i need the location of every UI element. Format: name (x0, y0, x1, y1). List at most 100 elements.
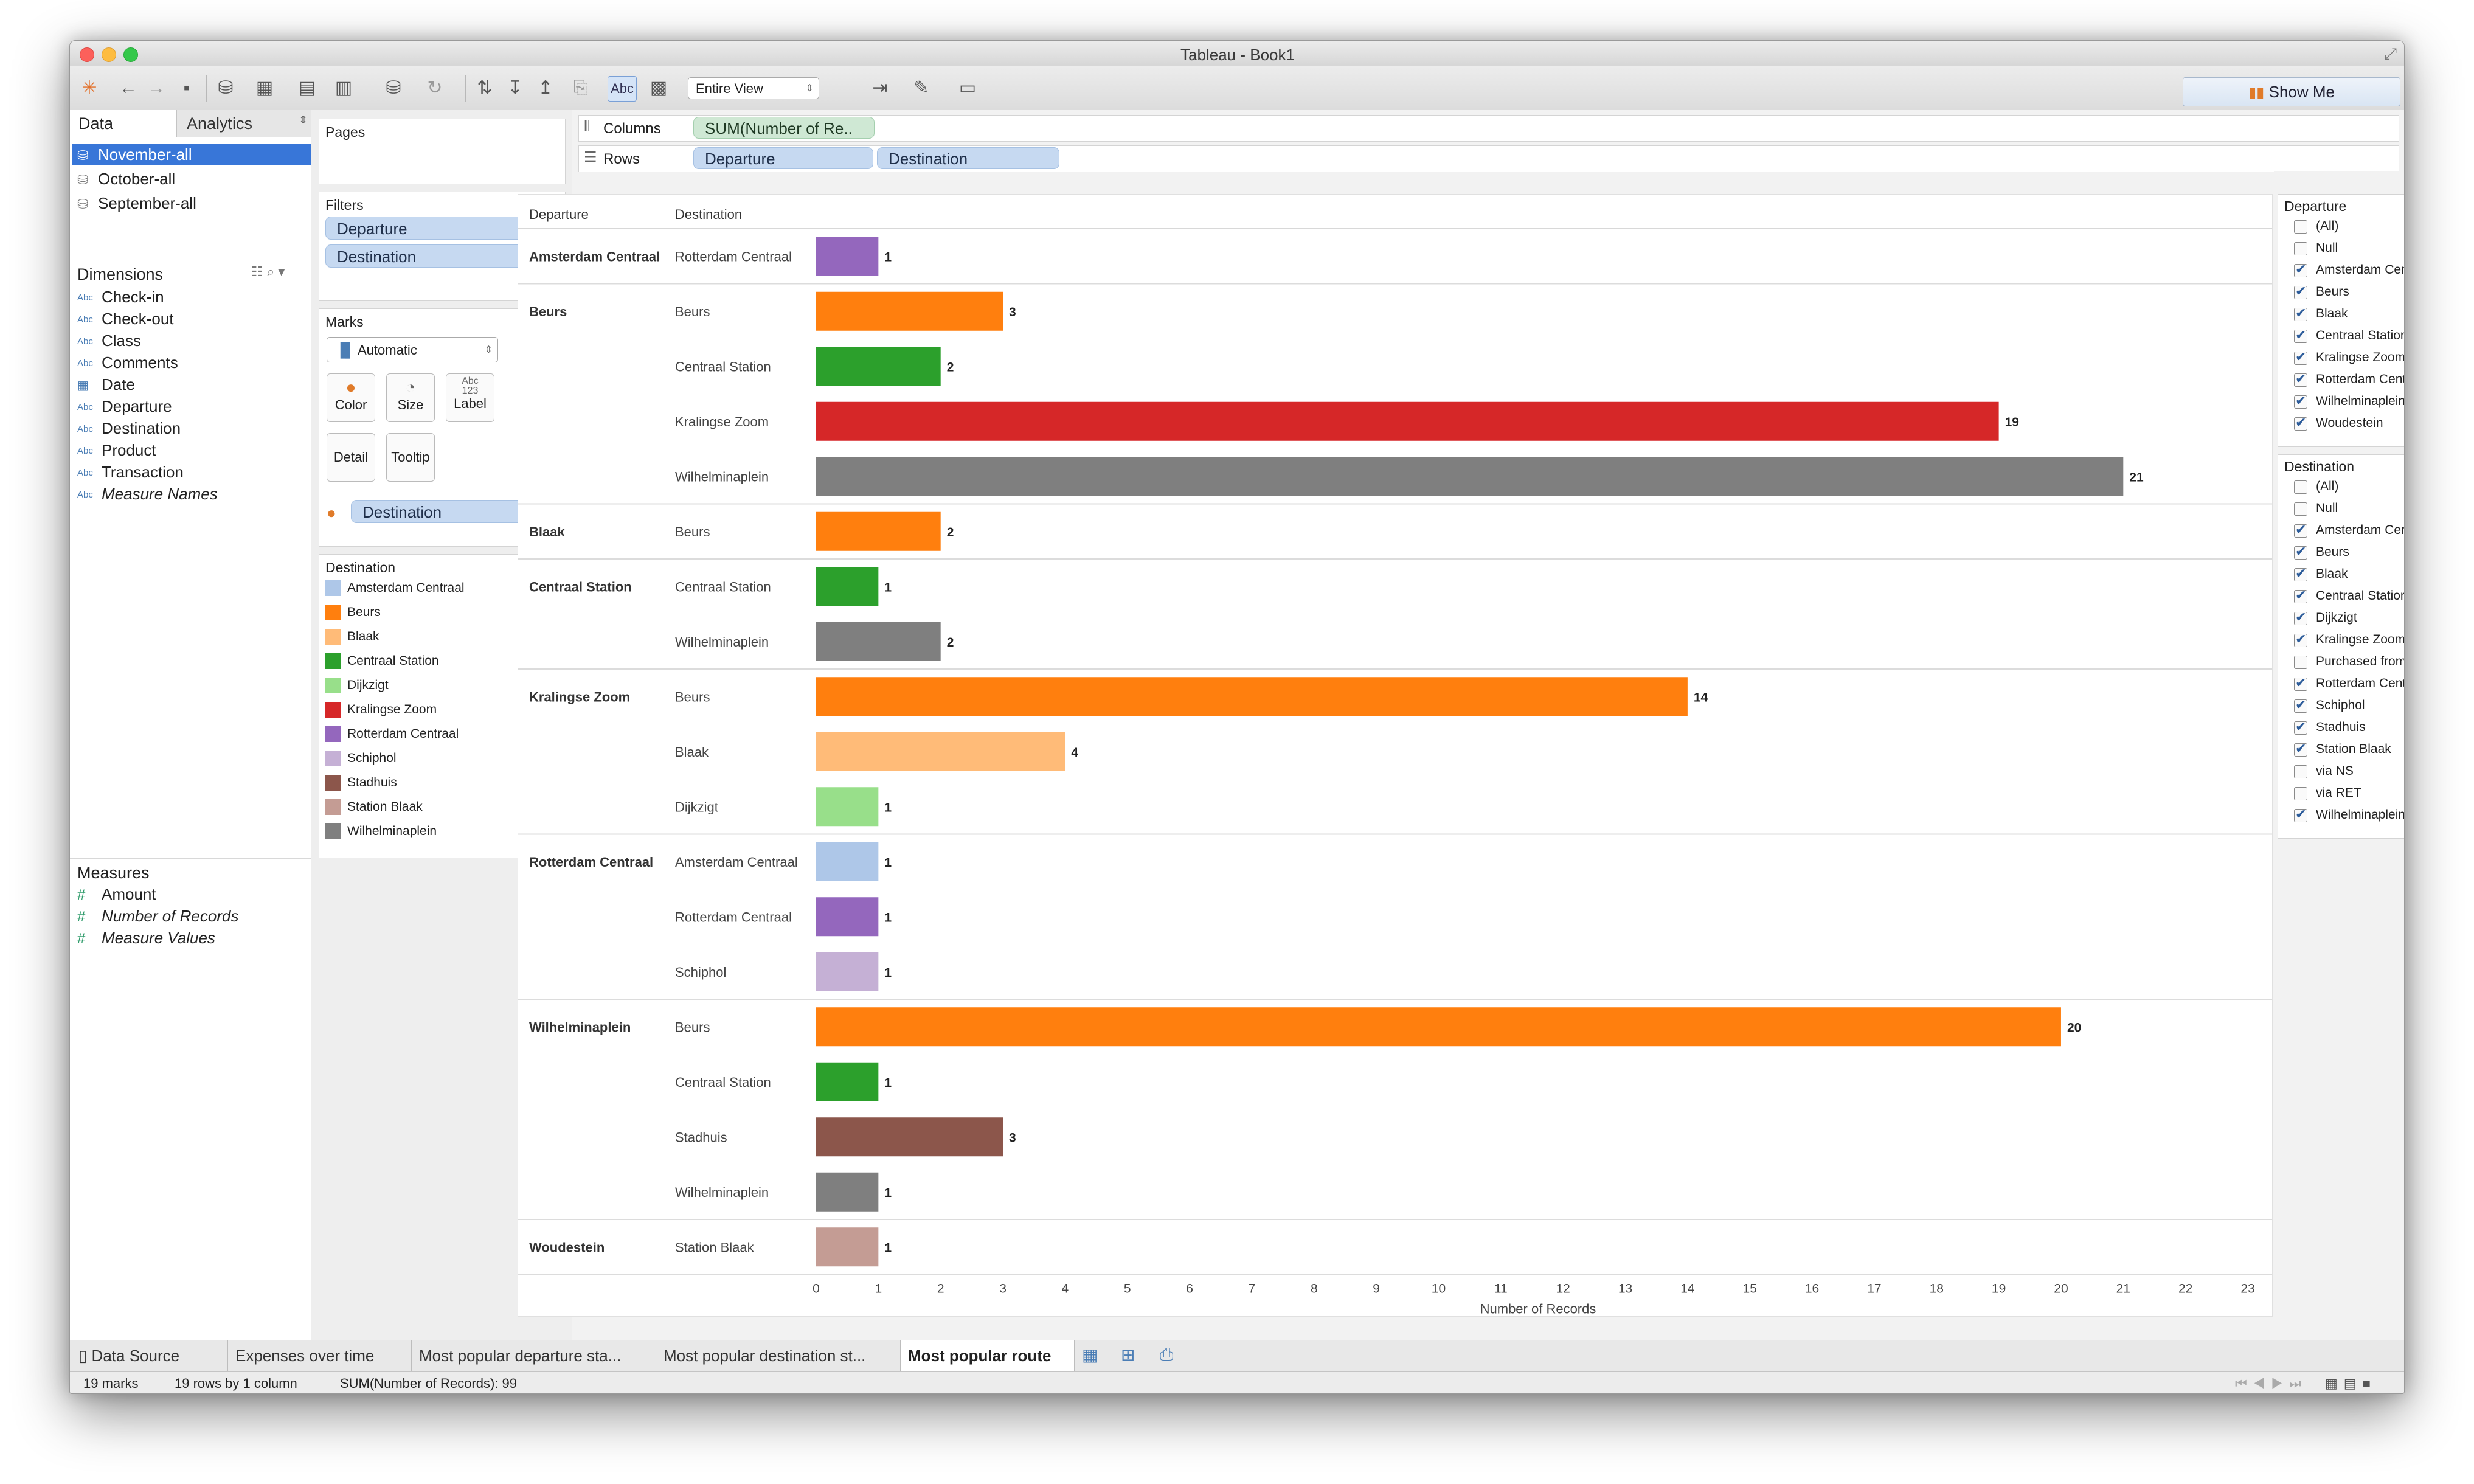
tab-data-source[interactable]: ▯ Data Source (70, 1340, 228, 1371)
legend-label[interactable]: Schiphol (347, 751, 397, 766)
dimension-field[interactable]: Abc Measure Names (77, 484, 218, 504)
tab-popular-destination[interactable]: Most popular destination st... (656, 1340, 901, 1371)
bar[interactable] (816, 291, 1003, 331)
size-button[interactable]: ◔ Size (386, 373, 435, 422)
duplicate-sheet-icon[interactable]: ▤ (295, 76, 319, 100)
bar[interactable] (816, 952, 879, 991)
bar[interactable] (816, 1007, 2061, 1047)
dimension-field[interactable]: Abc Class (77, 330, 141, 351)
legend-label[interactable]: Dijkzigt (347, 678, 389, 693)
datasource-item[interactable]: ⛁ November-all (72, 144, 313, 165)
sheet-view-icon[interactable]: ▦▤■ (2325, 1372, 2377, 1393)
dimension-field[interactable]: Abc Product (77, 440, 156, 460)
legend-label[interactable]: Kralingse Zoom (347, 702, 437, 717)
tab-data[interactable]: Data (70, 110, 177, 137)
label-button[interactable]: Abc 123 Label (446, 373, 494, 422)
presentation-mode-icon[interactable]: ▭ (955, 76, 980, 100)
filter-checkbox[interactable] (2294, 502, 2307, 516)
filter-checkbox[interactable] (2294, 393, 2307, 409)
bar[interactable] (816, 511, 941, 551)
legend-label[interactable]: Wilhelminaplein (347, 824, 437, 839)
pause-updates-icon[interactable]: ⛁ (381, 76, 406, 100)
filter-checkbox[interactable] (2294, 609, 2307, 625)
bar[interactable] (816, 622, 941, 661)
clear-sheet-icon[interactable]: ▥ (331, 76, 356, 100)
undo-icon[interactable]: ← (116, 76, 140, 100)
highlight-icon[interactable]: ✎ (909, 76, 934, 100)
bar[interactable] (816, 842, 879, 881)
legend-label[interactable]: Centraal Station (347, 654, 439, 668)
datasource-item[interactable]: ⛁ September-all (72, 193, 313, 213)
datasource-item[interactable]: ⛁ October-all (72, 168, 313, 189)
pane-menu-icon[interactable]: ⇕ (299, 114, 308, 127)
bar[interactable] (816, 237, 879, 276)
filter-checkbox[interactable] (2294, 415, 2307, 431)
bar[interactable] (816, 457, 2124, 496)
rows-shelf[interactable]: ☰ Rows Departure Destination (578, 145, 2399, 172)
filter-checkbox[interactable] (2294, 806, 2307, 822)
new-worksheet-icon[interactable]: ▦ (252, 76, 277, 100)
tab-popular-route[interactable]: Most popular route (901, 1340, 1075, 1371)
measure-field[interactable]: # Measure Values (77, 928, 215, 948)
sheet-navigation-icon[interactable]: ⏮◀▶⏭ (2235, 1372, 2307, 1393)
filter-checkbox[interactable] (2294, 765, 2307, 778)
filter-checkbox[interactable] (2294, 588, 2307, 603)
legend-label[interactable]: Blaak (347, 629, 379, 644)
bar[interactable] (816, 401, 1999, 441)
mark-type-select[interactable]: ▐▌ Automatic ⇕ (327, 337, 498, 362)
filter-checkbox[interactable] (2294, 220, 2307, 234)
pages-card[interactable]: Pages (319, 119, 566, 184)
legend-label[interactable]: Amsterdam Centraal (347, 581, 465, 595)
legend-label[interactable]: Stadhuis (347, 775, 397, 790)
bar[interactable] (816, 732, 1065, 771)
dimension-field[interactable]: Abc Transaction (77, 462, 184, 482)
fix-axes-icon[interactable]: ▩ (646, 76, 671, 100)
legend-label[interactable]: Beurs (347, 605, 381, 620)
show-me-button[interactable]: ▮▮ Show Me (2183, 77, 2400, 106)
filter-checkbox[interactable] (2294, 327, 2307, 343)
tableau-logo-icon[interactable]: ✳ (77, 76, 102, 100)
new-story-tab-icon[interactable]: ⎙ (1160, 1345, 1173, 1365)
show-labels-icon[interactable]: Abc (608, 76, 637, 102)
legend-label[interactable]: Rotterdam Centraal (347, 727, 459, 741)
swap-rows-columns-icon[interactable]: ⇅ (473, 76, 497, 100)
dimension-field[interactable]: Abc Destination (77, 418, 181, 439)
dimension-field[interactable]: Abc Comments (77, 352, 178, 373)
color-button[interactable]: ● Color (327, 373, 375, 422)
rows-pill-destination[interactable]: Destination (877, 147, 1059, 169)
filter-checkbox[interactable] (2294, 697, 2307, 713)
filter-checkbox[interactable] (2294, 787, 2307, 800)
columns-pill[interactable]: SUM(Number of Re.. (693, 117, 875, 139)
tab-expenses-over-time[interactable]: Expenses over time (228, 1340, 412, 1371)
columns-shelf[interactable]: ⦀ Columns SUM(Number of Re.. (578, 115, 2399, 142)
filter-checkbox[interactable] (2294, 305, 2307, 321)
legend-label[interactable]: Station Blaak (347, 800, 423, 814)
refresh-icon[interactable]: ↻ (423, 76, 447, 100)
bar[interactable] (816, 1172, 879, 1212)
filter-checkbox[interactable] (2294, 719, 2307, 735)
filter-checkbox[interactable] (2294, 349, 2307, 365)
filter-checkbox[interactable] (2294, 371, 2307, 387)
redo-icon[interactable]: → (144, 76, 168, 100)
bar[interactable] (816, 677, 1688, 716)
bar[interactable] (816, 347, 941, 386)
bar[interactable] (816, 1117, 1003, 1157)
new-dashboard-tab-icon[interactable]: ⊞ (1121, 1345, 1135, 1365)
fit-view-select[interactable]: Entire View ⇕ (688, 77, 819, 99)
sort-descending-icon[interactable]: ↥ (533, 76, 558, 100)
filter-checkbox[interactable] (2294, 631, 2307, 647)
filter-checkbox[interactable] (2294, 262, 2307, 277)
new-data-source-icon[interactable]: ⛁ (213, 76, 238, 100)
rows-pill-departure[interactable]: Departure (693, 147, 873, 169)
dimension-field[interactable]: Abc Departure (77, 396, 172, 417)
view-options-icon[interactable]: ☷ ⌕ ▾ (251, 264, 285, 280)
filter-checkbox[interactable] (2294, 544, 2307, 560)
filter-checkbox[interactable] (2294, 566, 2307, 581)
bar[interactable] (816, 567, 879, 606)
filter-checkbox[interactable] (2294, 741, 2307, 757)
dimension-field[interactable]: Abc Check-in (77, 286, 164, 307)
new-worksheet-tab-icon[interactable]: ▦ (1082, 1345, 1098, 1365)
bar[interactable] (816, 897, 879, 937)
bar[interactable] (816, 1227, 879, 1267)
dimension-field[interactable]: Abc Check-out (77, 308, 174, 329)
